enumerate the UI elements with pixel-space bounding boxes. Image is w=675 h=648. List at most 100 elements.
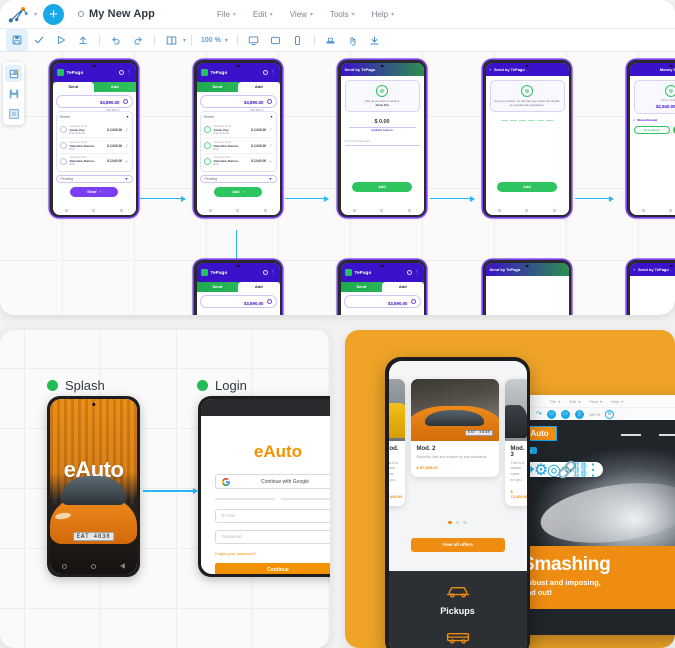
desktop-icon[interactable]: ▭ bbox=[546, 409, 556, 419]
balance-action-icon[interactable] bbox=[122, 98, 128, 104]
amount-input[interactable]: $ 0.00 Available balance bbox=[345, 119, 420, 132]
logo-caret-icon[interactable]: ▾ bbox=[34, 11, 37, 18]
table-row[interactable]: Yesterday 11:02 Javier Paz Free Up Fund … bbox=[203, 123, 273, 139]
screen-tepago-send[interactable]: TePago ⋮ Send Add $3,890.00 USD $89.11 R… bbox=[50, 60, 138, 217]
redo-icon[interactable]: ↷ bbox=[536, 410, 542, 418]
more-icon[interactable]: ⋮ bbox=[271, 270, 276, 275]
undo-icon[interactable] bbox=[105, 29, 127, 51]
table-row[interactable]: Yesterday 09:41 Valentino Ramos Rent $ 2… bbox=[59, 154, 129, 169]
gear-icon[interactable] bbox=[406, 269, 412, 275]
menu-edit[interactable]: Edit ▾ bbox=[253, 10, 273, 19]
forgot-password-link[interactable]: Forgot your password? bbox=[215, 551, 330, 556]
menu-view[interactable]: View ▾ bbox=[290, 10, 313, 19]
more-icon[interactable]: ⋮ bbox=[271, 70, 276, 75]
masters-panel-icon[interactable] bbox=[5, 105, 22, 122]
justinmind-logo-icon[interactable] bbox=[8, 4, 30, 24]
unlink-icon[interactable]: ⛓ bbox=[570, 462, 590, 479]
back-icon[interactable]: ‹ bbox=[490, 67, 492, 72]
present-icon[interactable] bbox=[320, 29, 342, 51]
tab-send[interactable]: Send bbox=[52, 81, 94, 92]
catalog-phone[interactable]: Mod. 1 This is a classic made for you. $… bbox=[385, 357, 530, 648]
table-row[interactable]: Yesterday 10:22 Valentino Ramos Rent $ 2… bbox=[203, 138, 273, 155]
list-item[interactable]: EAT 4838 Mod. 2 Beautiful, fast and eleg… bbox=[410, 378, 499, 478]
more-icon[interactable]: ⋮ bbox=[415, 270, 420, 275]
back-icon[interactable]: ‹ bbox=[634, 267, 636, 272]
tab-add[interactable]: Add bbox=[382, 281, 424, 292]
element-floating-toolbar[interactable]: ✥ ⚙ ◎ 🔗 ⛓ ⋮ bbox=[518, 462, 603, 479]
google-signin-button[interactable]: Continue with Google bbox=[215, 474, 330, 489]
gear-icon[interactable] bbox=[262, 269, 268, 275]
menu-tools[interactable]: Tools ▾ bbox=[330, 10, 355, 19]
screen-send-confirm-2[interactable]: ‹ Send by TePago bbox=[627, 260, 675, 315]
go-home-button[interactable]: Go to Home bbox=[633, 125, 670, 134]
menu-help[interactable]: Help ▾ bbox=[372, 10, 394, 19]
menu-file[interactable]: File ▾ bbox=[550, 399, 560, 404]
carousel-dots[interactable] bbox=[389, 520, 527, 524]
desktop-icon[interactable] bbox=[243, 29, 265, 51]
screen-send-confirm[interactable]: ‹ Send by TePago For your security, we a… bbox=[483, 60, 571, 217]
status-select[interactable]: Pending ▾ bbox=[199, 174, 277, 183]
continue-button[interactable]: Continue bbox=[215, 562, 330, 574]
tab-send[interactable]: Send bbox=[197, 82, 239, 92]
menu-help[interactable]: Help ▾ bbox=[611, 399, 623, 404]
table-row[interactable]: Yesterday 11:02 Javier Paz Free Up Fund … bbox=[59, 123, 129, 139]
balance-action-icon[interactable] bbox=[266, 98, 272, 104]
redo-icon[interactable] bbox=[127, 29, 149, 51]
design-canvas[interactable]: TePago ⋮ Send Add $3,890.00 USD $89.11 R… bbox=[0, 52, 675, 315]
submit-button[interactable]: Add bbox=[352, 181, 412, 192]
submit-button[interactable]: Add bbox=[497, 181, 557, 192]
tab-add[interactable]: Add bbox=[238, 281, 280, 292]
chevron-down-icon[interactable]: ▾ bbox=[126, 114, 128, 119]
publish-icon[interactable] bbox=[72, 29, 94, 51]
templates-panel-icon[interactable] bbox=[5, 85, 22, 102]
gesture-icon[interactable] bbox=[342, 29, 364, 51]
menu-view[interactable]: View ▾ bbox=[589, 399, 602, 404]
zoom-level[interactable]: 100 % bbox=[589, 412, 600, 417]
screen-receipt[interactable]: Money Sent Sent to Javier Paz $2,940.00 … bbox=[627, 60, 675, 217]
table-row[interactable]: Yesterday 09:41 Valentino Ramos Rent $ 2… bbox=[203, 154, 273, 169]
editor-stage[interactable]: eAuto Logo ✥ ⚙ ◎ 🔗 ⛓ ⋮ Smashing Robust a… bbox=[510, 420, 675, 635]
balance-action-icon[interactable] bbox=[266, 298, 272, 304]
gear-icon[interactable] bbox=[262, 69, 268, 75]
screen-tepago-add-3[interactable]: TePago ⋮ Send Add $3,890.00 bbox=[338, 260, 426, 315]
play-icon[interactable] bbox=[50, 29, 72, 51]
check-icon[interactable] bbox=[28, 29, 50, 51]
zoom-level[interactable]: 100 % ▾ bbox=[197, 37, 232, 44]
balance-action-icon[interactable] bbox=[410, 298, 416, 304]
status-select[interactable]: Pending ▾ bbox=[55, 174, 133, 183]
tablet-icon[interactable] bbox=[265, 29, 287, 51]
web-editor-preview[interactable]: File ▾ Edit ▾ View ▾ Help ▾ ↷ ▭ ▭ ▯ 100 % ⚙ bbox=[510, 395, 675, 635]
screens-panel-icon[interactable] bbox=[5, 65, 22, 82]
screen-tepago-add-2[interactable]: TePago ⋮ Send Add $3,890.00 bbox=[194, 260, 282, 315]
password-field[interactable]: Password bbox=[215, 529, 330, 544]
mobile-icon[interactable]: ▯ bbox=[574, 409, 584, 419]
email-field[interactable]: E-mail bbox=[215, 508, 330, 523]
share-receipt-button[interactable]: < Share Receipt bbox=[634, 118, 675, 122]
screen-send-amount-2[interactable]: Send by TePago bbox=[483, 260, 571, 315]
screen-tepago-add[interactable]: TePago ⋮ Send Add $3,890.00 USD $89.11 R… bbox=[194, 60, 282, 217]
download-icon[interactable] bbox=[364, 29, 386, 51]
tab-send[interactable]: Send bbox=[197, 282, 239, 292]
add-screen-button[interactable]: + bbox=[43, 3, 65, 25]
table-row[interactable]: Yesterday 10:22 Valentino Ramos Rent $ 2… bbox=[59, 138, 129, 155]
more-icon[interactable]: ⋮ bbox=[585, 462, 601, 479]
list-item[interactable]: Mod. 1 This is a classic made for you. $… bbox=[388, 378, 405, 506]
add-button[interactable]: Add › bbox=[214, 186, 262, 197]
save-icon[interactable] bbox=[6, 29, 28, 51]
tab-send[interactable]: Send bbox=[341, 282, 383, 292]
send-button[interactable]: Send › bbox=[70, 186, 118, 197]
splash-phone[interactable]: eAuto EAT 4838 bbox=[47, 396, 140, 577]
document-title[interactable]: My New App bbox=[89, 8, 155, 20]
login-phone[interactable]: eAuto Continue with Google E-mail Passwo… bbox=[198, 396, 330, 577]
layout-icon[interactable] bbox=[160, 29, 182, 51]
card-carousel[interactable]: Mod. 1 This is a classic made for you. $… bbox=[388, 378, 527, 506]
list-item[interactable]: Mod. 3 This is a classic made for you. $… bbox=[504, 378, 527, 506]
settings-icon[interactable]: ⚙ bbox=[605, 409, 615, 419]
comment-input[interactable]: Comment (Optional) bbox=[344, 139, 420, 147]
mobile-icon[interactable] bbox=[287, 29, 309, 51]
pin-placeholder[interactable] bbox=[490, 119, 565, 122]
menu-edit[interactable]: Edit ▾ bbox=[569, 399, 580, 404]
chevron-down-icon[interactable]: ▾ bbox=[183, 37, 186, 44]
van-icon[interactable] bbox=[389, 630, 527, 646]
screen-send-amount[interactable]: Send by TePago How do you want to send t… bbox=[338, 60, 426, 217]
